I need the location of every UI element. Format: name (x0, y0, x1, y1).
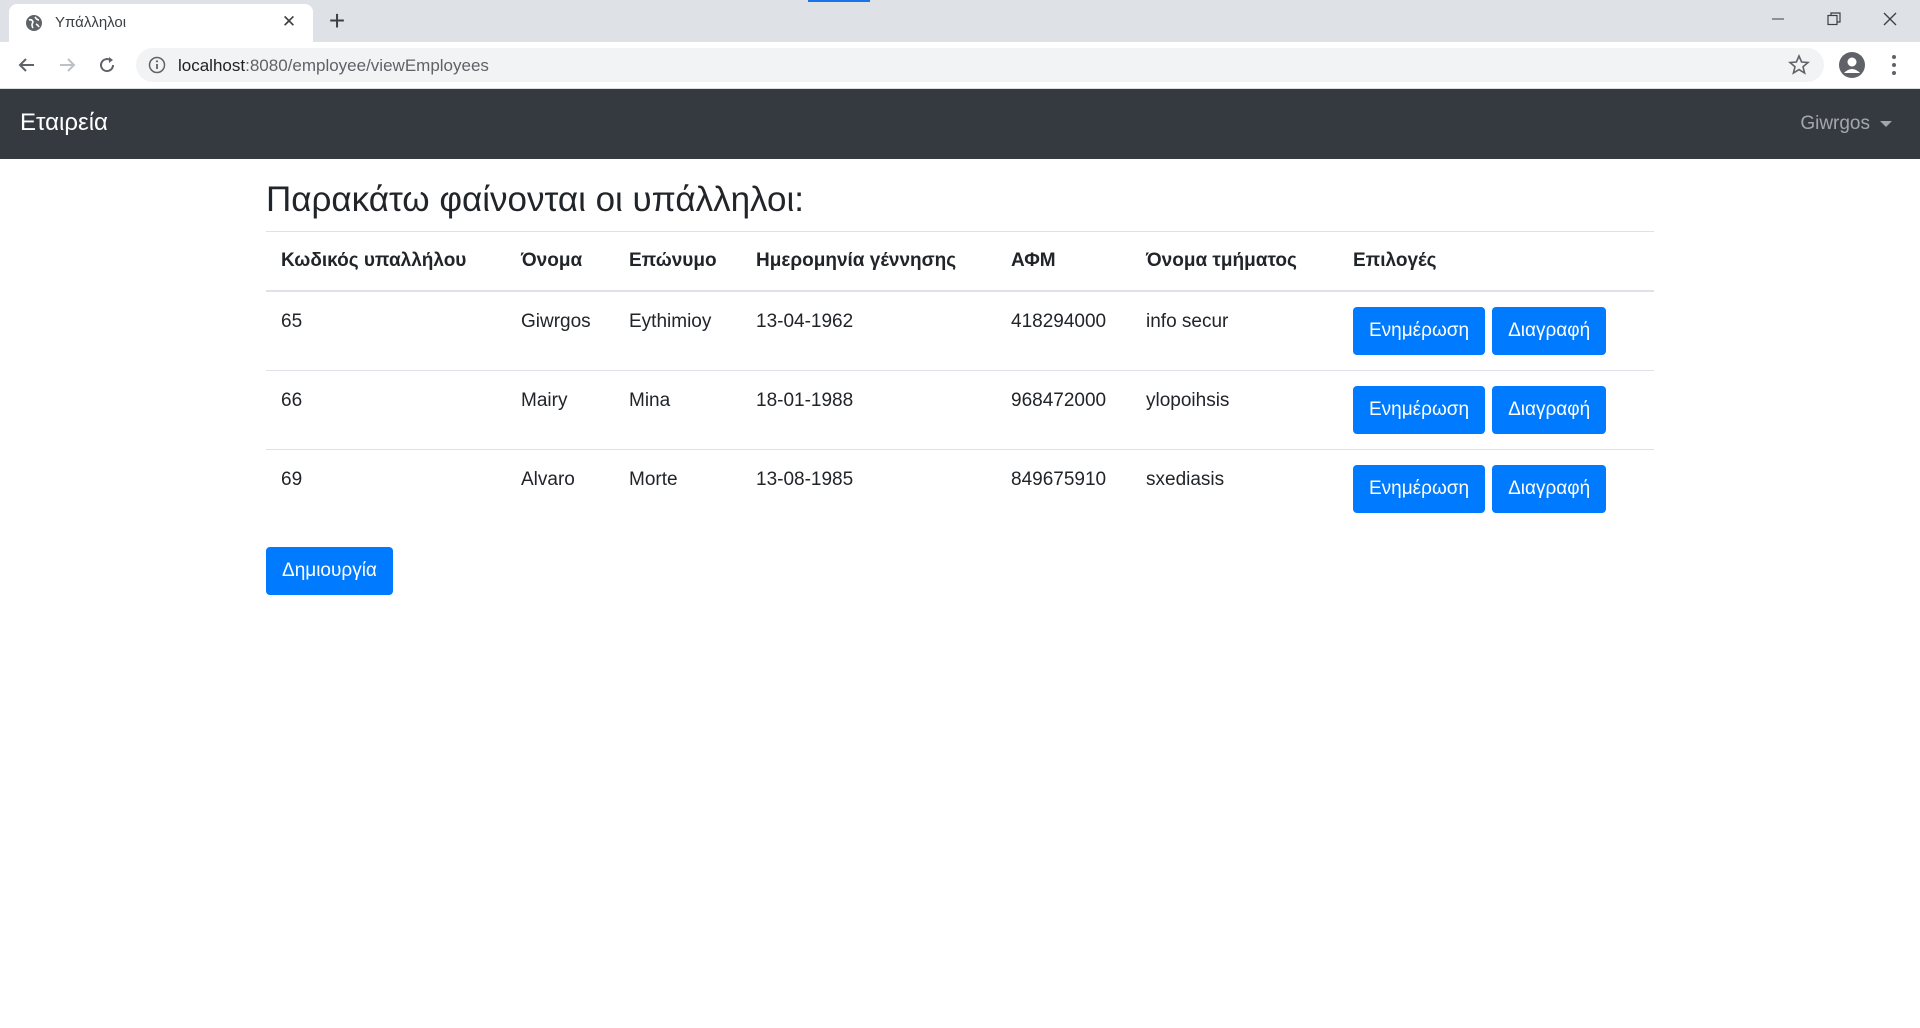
cell-first-name: Mairy (506, 370, 614, 450)
cell-department: sxediasis (1131, 449, 1338, 528)
cell-value: sxediasis (1146, 469, 1225, 490)
user-dropdown[interactable]: Giwrgos (1800, 113, 1892, 135)
delete-button[interactable]: Διαγραφή (1492, 465, 1607, 513)
cell-value: 66 (281, 390, 303, 411)
cell-afm: 418294000 (996, 291, 1131, 371)
url-text: localhost:8080/employee/viewEmployees (178, 56, 489, 76)
minimize-button[interactable] (1750, 0, 1806, 38)
cell-id: 69 (266, 449, 506, 528)
cell-value: Mairy (521, 390, 568, 411)
tab-title: Υπάλληλοι (55, 14, 127, 31)
loading-indicator (808, 0, 870, 2)
cell-value: Eythimioy (629, 311, 712, 332)
forward-button[interactable] (52, 50, 82, 80)
cell-value: 849675910 (1011, 469, 1107, 490)
cell-first-name: Alvaro (506, 449, 614, 528)
cell-department: ylopoihsis (1131, 370, 1338, 450)
tab-close-icon[interactable]: ✕ (277, 10, 301, 34)
employees-table: Κωδικός υπαλλήλου Όνομα Επώνυμο Ημερομην… (266, 231, 1654, 528)
cell-last-name: Eythimioy (614, 291, 741, 371)
cell-value: Morte (629, 469, 678, 490)
cell-value: info secur (1146, 311, 1229, 332)
cell-first-name: Giwrgos (506, 291, 614, 371)
navbar-brand[interactable]: Εταιρεία (20, 109, 108, 137)
cell-actions: Ενημέρωση Διαγραφή (1338, 449, 1654, 528)
cell-id: 65 (266, 291, 506, 371)
minimize-icon (1772, 18, 1784, 20)
caret-down-icon (1880, 121, 1892, 127)
cell-last-name: Mina (614, 370, 741, 450)
update-button[interactable]: Ενημέρωση (1353, 386, 1486, 434)
update-button[interactable]: Ενημέρωση (1353, 307, 1486, 355)
user-name: Giwrgos (1800, 113, 1870, 134)
cell-value: Alvaro (521, 469, 575, 490)
address-bar[interactable]: localhost:8080/employee/viewEmployees (136, 48, 1824, 82)
window-close-button[interactable] (1862, 0, 1918, 38)
cell-value: 418294000 (1011, 311, 1107, 332)
cell-value: Mina (629, 390, 671, 411)
cell-birth-date: 13-08-1985 (741, 449, 996, 528)
table-row: 69 Alvaro Morte 13-08-1985 849675910 sxe… (266, 449, 1654, 528)
browser-toolbar: localhost:8080/employee/viewEmployees (0, 42, 1920, 89)
cell-value: 65 (281, 311, 303, 332)
cell-value: Giwrgos (521, 311, 591, 332)
globe-icon (26, 15, 42, 31)
page-title: Παρακάτω φαίνονται οι υπάλληλοι: (266, 180, 804, 219)
cell-actions: Ενημέρωση Διαγραφή (1338, 370, 1654, 450)
column-header: Κωδικός υπαλλήλου (266, 231, 506, 292)
back-button[interactable] (12, 50, 42, 80)
cell-actions: Ενημέρωση Διαγραφή (1338, 291, 1654, 371)
profile-avatar-icon[interactable] (1838, 51, 1866, 79)
cell-value: ylopoihsis (1146, 390, 1230, 411)
table-row: 66 Mairy Mina 18-01-1988 968472000 ylopo… (266, 370, 1654, 450)
column-header: Όνομα (506, 231, 614, 292)
column-header: Ημερομηνία γέννησης (741, 231, 996, 292)
update-button[interactable]: Ενημέρωση (1353, 465, 1486, 513)
browser-tab[interactable]: Υπάλληλοι ✕ (9, 4, 313, 42)
info-icon (148, 56, 166, 74)
forward-arrow-icon (60, 58, 76, 72)
table-header-row: Κωδικός υπαλλήλου Όνομα Επώνυμο Ημερομην… (266, 231, 1654, 292)
cell-birth-date: 13-04-1962 (741, 291, 996, 371)
column-header: Επιλογές (1338, 231, 1654, 292)
cell-value: 968472000 (1011, 390, 1107, 411)
app-navbar: Εταιρεία Giwrgos (0, 89, 1920, 159)
cell-afm: 968472000 (996, 370, 1131, 450)
restore-icon (1827, 12, 1841, 26)
cell-birth-date: 18-01-1988 (741, 370, 996, 450)
bookmark-star-icon[interactable] (1788, 54, 1810, 76)
cell-value: 13-08-1985 (756, 469, 854, 490)
delete-button[interactable]: Διαγραφή (1492, 307, 1607, 355)
new-tab-button[interactable]: + (322, 6, 352, 36)
close-icon (1883, 12, 1897, 26)
column-header: Όνομα τμήματος (1131, 231, 1338, 292)
reload-icon (100, 57, 115, 73)
cell-department: info secur (1131, 291, 1338, 371)
column-header: ΑΦΜ (996, 231, 1131, 292)
table-row: 65 Giwrgos Eythimioy 13-04-1962 41829400… (266, 291, 1654, 371)
cell-afm: 849675910 (996, 449, 1131, 528)
url-host: localhost (178, 56, 246, 75)
more-menu-icon[interactable] (1882, 52, 1906, 78)
create-button[interactable]: Δημιουργία (266, 547, 393, 595)
delete-button[interactable]: Διαγραφή (1492, 386, 1607, 434)
reload-button[interactable] (92, 50, 122, 80)
browser-tabstrip: Υπάλληλοι ✕ + (0, 0, 1920, 42)
cell-value: 69 (281, 469, 303, 490)
cell-last-name: Morte (614, 449, 741, 528)
back-arrow-icon (18, 58, 34, 72)
cell-value: 13-04-1962 (756, 311, 854, 332)
url-path: :8080/employee/viewEmployees (245, 56, 489, 75)
column-header: Επώνυμο (614, 231, 741, 292)
cell-value: 18-01-1988 (756, 390, 854, 411)
cell-id: 66 (266, 370, 506, 450)
restore-button[interactable] (1806, 0, 1862, 38)
